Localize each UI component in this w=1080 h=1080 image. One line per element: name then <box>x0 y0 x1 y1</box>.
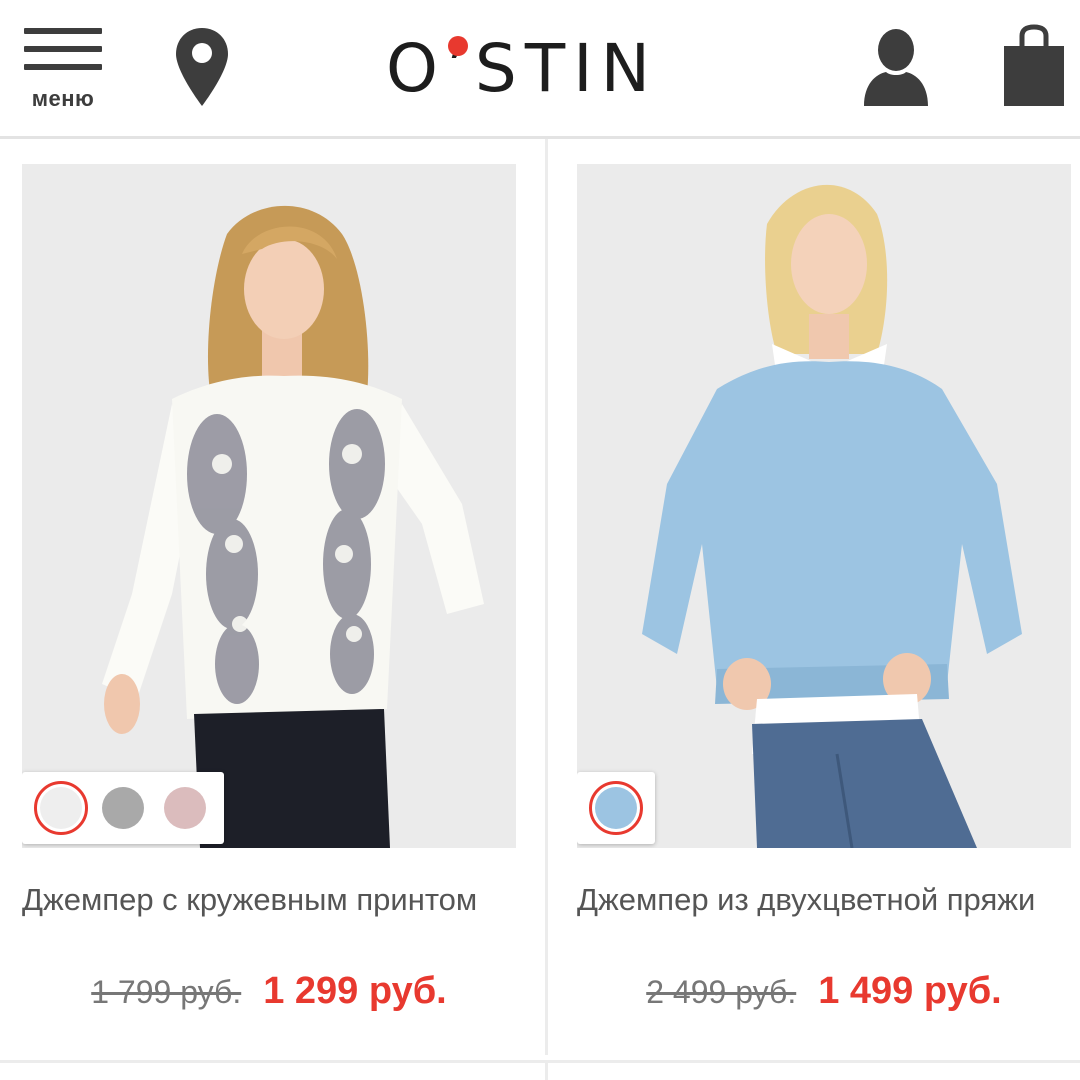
product-title[interactable]: Джемпер из двухцветной пряжи <box>577 882 1071 918</box>
menu-label: меню <box>31 86 95 111</box>
header: меню O’STIN <box>0 0 1080 136</box>
color-swatch[interactable] <box>589 781 643 835</box>
menu-button[interactable]: меню <box>22 24 104 114</box>
column-divider <box>545 139 548 1055</box>
location-pin-icon <box>176 28 228 106</box>
color-swatch[interactable] <box>158 781 212 835</box>
cart-button[interactable] <box>1002 24 1066 108</box>
color-swatches <box>577 772 655 844</box>
sale-price: 1 499 руб. <box>818 970 1002 1012</box>
column-divider <box>545 1063 548 1080</box>
product-image[interactable] <box>22 164 516 848</box>
store-locator-button[interactable] <box>174 26 230 108</box>
price-row: 2 499 руб. 1 499 руб. <box>577 970 1071 1013</box>
color-swatch[interactable] <box>34 781 88 835</box>
product-photo <box>22 164 516 848</box>
row-divider <box>0 1060 1080 1063</box>
account-icon <box>864 29 928 106</box>
shopping-bag-icon <box>1004 24 1064 106</box>
header-divider <box>0 136 1080 139</box>
color-swatch[interactable] <box>96 781 150 835</box>
menu-icon-bar <box>24 64 102 70</box>
swatch-dot <box>595 787 637 829</box>
old-price: 2 499 руб. <box>646 974 797 1010</box>
old-price: 1 799 руб. <box>91 974 242 1010</box>
logo-dot <box>448 36 468 56</box>
menu-icon <box>24 28 102 34</box>
swatch-dot <box>102 787 144 829</box>
color-swatches <box>22 772 224 844</box>
account-button[interactable] <box>862 26 930 108</box>
sale-price: 1 299 руб. <box>263 970 447 1012</box>
price-row: 1 799 руб. 1 299 руб. <box>22 970 516 1013</box>
swatch-dot <box>164 787 206 829</box>
logo-text: O’STIN <box>386 30 658 107</box>
menu-icon-bar <box>24 46 102 52</box>
product-title[interactable]: Джемпер с кружевным принтом <box>22 882 516 918</box>
swatch-dot <box>40 787 82 829</box>
brand-logo[interactable]: O’STIN <box>386 28 706 108</box>
product-photo <box>577 164 1071 848</box>
product-image[interactable] <box>577 164 1071 848</box>
